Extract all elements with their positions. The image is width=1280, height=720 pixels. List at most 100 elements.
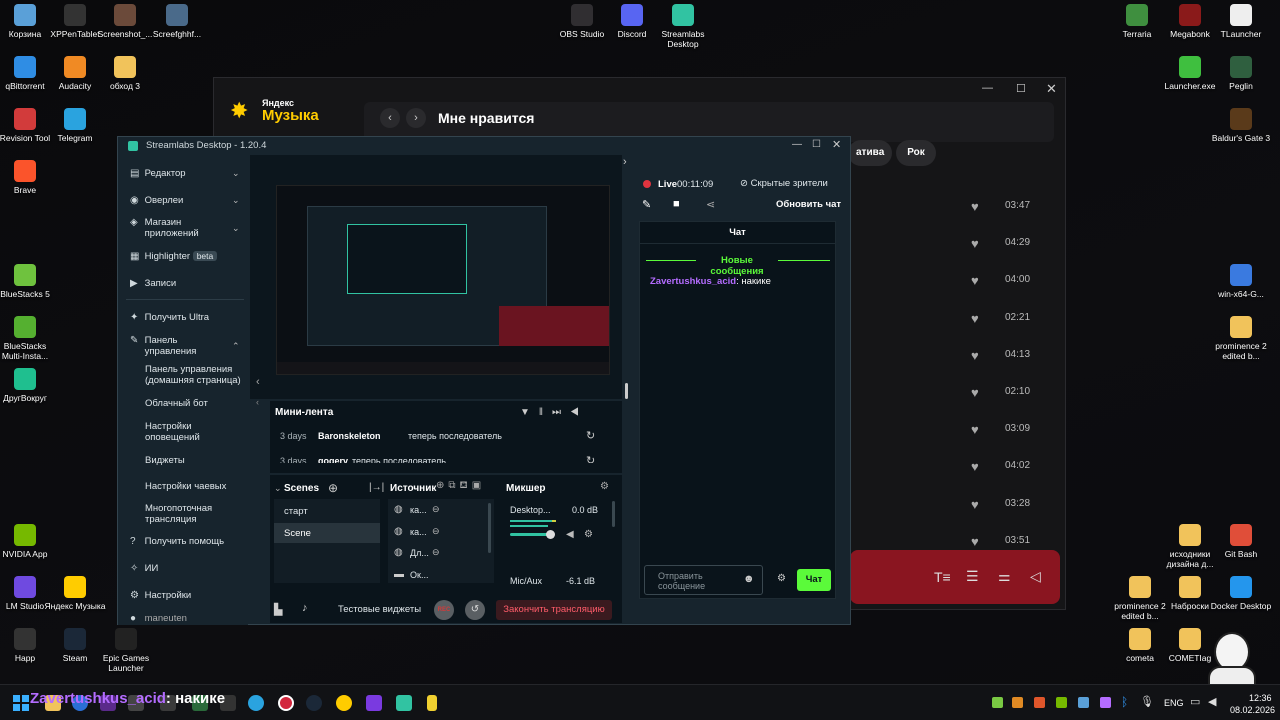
- sources-controls[interactable]: ⊕⧉⛾▣: [436, 480, 485, 493]
- maximize-icon[interactable]: ☐: [812, 139, 821, 150]
- desktop-shortcut[interactable]: win-x64-G...: [1210, 264, 1272, 299]
- heart-icon[interactable]: ♥: [971, 199, 979, 214]
- volume-icon[interactable]: ◀: [570, 407, 588, 418]
- track-row[interactable]: ♥ 04:29: [971, 236, 1061, 251]
- sidebar-item-ai[interactable]: ✧ ИИ: [130, 563, 248, 574]
- queue-icon[interactable]: ☰: [966, 568, 979, 585]
- sidebar-item-get-help[interactable]: ? Получить помощь: [130, 536, 248, 547]
- gear-icon[interactable]: ⚙: [584, 529, 593, 540]
- desktop-shortcut[interactable]: prominence 2 edited b...: [1210, 316, 1272, 361]
- stats-icon[interactable]: ▙: [274, 603, 282, 616]
- sidebar-subitem-multistream[interactable]: Многопоточная трансляция: [145, 503, 223, 525]
- forward-button[interactable]: ›: [406, 108, 426, 128]
- heart-icon[interactable]: ♥: [971, 385, 979, 400]
- genre-chip[interactable]: ативa: [848, 140, 893, 166]
- emoji-icon[interactable]: ☻: [743, 573, 755, 585]
- equalizer-icon[interactable]: ⚌: [998, 568, 1011, 585]
- desktop-shortcut[interactable]: Peglin: [1210, 56, 1272, 91]
- chevron-up-icon[interactable]: ⌃: [232, 341, 240, 352]
- track-row[interactable]: ♥ 04:00: [971, 273, 1061, 288]
- desktop-shortcut[interactable]: Baldur's Gate 3: [1210, 108, 1272, 143]
- desktop-shortcut[interactable]: BlueStacks Multi-Insta...: [0, 316, 56, 361]
- stream-preview[interactable]: [276, 185, 610, 375]
- lock-icon[interactable]: ⊖: [432, 547, 440, 558]
- sidebar-subitem-alert-settings[interactable]: Настройки оповещений: [145, 421, 215, 443]
- chevron-down-icon[interactable]: ⌄: [274, 483, 282, 494]
- track-row[interactable]: ♥ 02:10: [971, 385, 1061, 400]
- sidebar-subitem-dashboard-home[interactable]: Панель управления (домашняя страница): [145, 364, 245, 386]
- resize-handle[interactable]: [625, 383, 628, 399]
- desktop-shortcut[interactable]: NVIDIA App: [0, 524, 56, 559]
- track-row[interactable]: ♥ 04:13: [971, 348, 1061, 363]
- source-item[interactable]: ◍ Дл... ⊖: [394, 546, 484, 562]
- add-source-icon[interactable]: ⊕: [436, 480, 448, 491]
- source-item[interactable]: ◍ ка... ⊖: [394, 503, 484, 519]
- edit-icon[interactable]: ✎: [642, 198, 651, 211]
- desktop-shortcut[interactable]: ДругВокруг: [0, 368, 56, 403]
- slider-handle[interactable]: [546, 530, 555, 539]
- heart-icon[interactable]: ♥: [971, 236, 979, 251]
- collapse-left-icon[interactable]: ‹: [256, 397, 259, 407]
- yandex-music-icon[interactable]: [336, 695, 352, 711]
- sidebar-item-app-store[interactable]: ◈ Магазин приложений: [130, 217, 248, 239]
- sidebar-item-dashboard[interactable]: ✎ Панель управления: [130, 335, 248, 357]
- close-icon[interactable]: ✕: [832, 138, 841, 151]
- tray-icon[interactable]: [1034, 697, 1045, 708]
- heart-icon[interactable]: ♥: [971, 348, 979, 363]
- windows-start-icon[interactable]: [13, 695, 29, 711]
- microphone-icon[interactable]: 🎙: [1140, 695, 1154, 708]
- telegram-icon[interactable]: [248, 695, 264, 711]
- scene-item-selected[interactable]: Scene: [274, 523, 380, 543]
- app-icon[interactable]: [427, 695, 437, 711]
- tray-icon[interactable]: [992, 697, 1003, 708]
- sidebar-subitem-widgets[interactable]: Виджеты: [145, 455, 245, 466]
- sidebar-item-overlays[interactable]: ◉ Оверлеи: [130, 195, 248, 206]
- heart-icon[interactable]: ♥: [971, 459, 979, 474]
- track-row[interactable]: ♥ 03:47: [971, 199, 1061, 214]
- desktop-shortcut[interactable]: Screefghhf...: [146, 4, 208, 39]
- clock-date[interactable]: 08.02.2026: [1230, 705, 1275, 715]
- track-row[interactable]: ♥ 03:28: [971, 497, 1061, 512]
- mini-feed-controls[interactable]: ▼‖⏭◀: [520, 407, 588, 418]
- pause-icon[interactable]: ‖: [539, 407, 552, 418]
- heart-icon[interactable]: ♥: [971, 534, 979, 549]
- skip-icon[interactable]: ⏭: [552, 407, 570, 418]
- track-row[interactable]: ♥ 03:09: [971, 422, 1061, 437]
- chat-input[interactable]: Отправить сообщение ☻: [644, 565, 763, 595]
- folder-icon[interactable]: ▣: [472, 480, 485, 491]
- bluetooth-icon[interactable]: ᛒ: [1121, 695, 1128, 709]
- share-icon[interactable]: ⋖: [706, 198, 715, 211]
- language-indicator[interactable]: ENG: [1164, 698, 1184, 708]
- title-bar[interactable]: Streamlabs Desktop - 1.20.4 — ☐ ✕: [118, 137, 850, 155]
- chat-username[interactable]: Zavertushkus_acid: [650, 276, 736, 287]
- minimize-icon[interactable]: —: [982, 82, 993, 94]
- filter-icon[interactable]: ⛾: [460, 480, 472, 491]
- end-stream-button[interactable]: Закончить трансляцию: [496, 600, 612, 620]
- minimize-icon[interactable]: —: [792, 139, 802, 150]
- track-row[interactable]: ♥ 03:51: [971, 534, 1061, 549]
- volume-slider[interactable]: [510, 533, 550, 536]
- steam-icon[interactable]: [306, 695, 322, 711]
- tray-icon[interactable]: [1100, 697, 1111, 708]
- test-widgets-label[interactable]: Тестовые виджеты: [338, 604, 421, 615]
- lyrics-icon[interactable]: T≡: [934, 569, 951, 585]
- desktop-shortcut[interactable]: TLauncher: [1210, 4, 1272, 39]
- refresh-chat-button[interactable]: Обновить чат: [776, 199, 841, 210]
- player-bar[interactable]: T≡ ☰ ⚌ ◁: [850, 550, 1060, 604]
- heart-icon[interactable]: ♥: [971, 273, 979, 288]
- desktop-shortcut[interactable]: Streamlabs Desktop: [652, 4, 714, 49]
- sidebar-item-editor[interactable]: ▤ Редактор: [130, 168, 248, 179]
- lock-icon[interactable]: ⊖: [432, 504, 440, 515]
- chevron-down-icon[interactable]: ⌄: [232, 168, 240, 179]
- volume-icon[interactable]: ◁: [1030, 568, 1041, 585]
- expand-right-icon[interactable]: ›: [623, 156, 627, 168]
- tray-icon[interactable]: [1078, 697, 1089, 708]
- sidebar-item-highlighter[interactable]: ▦ Highlighter beta: [130, 251, 248, 262]
- tray-icon[interactable]: [1012, 697, 1023, 708]
- genre-chip[interactable]: Рок: [896, 140, 936, 166]
- track-row[interactable]: ♥ 04:02: [971, 459, 1061, 474]
- gear-icon[interactable]: ⚙: [600, 481, 609, 492]
- desktop-shortcut[interactable]: Git Bash: [1210, 524, 1272, 559]
- nvidia-tray-icon[interactable]: [1056, 697, 1067, 708]
- chevron-down-icon[interactable]: ⌄: [232, 195, 240, 206]
